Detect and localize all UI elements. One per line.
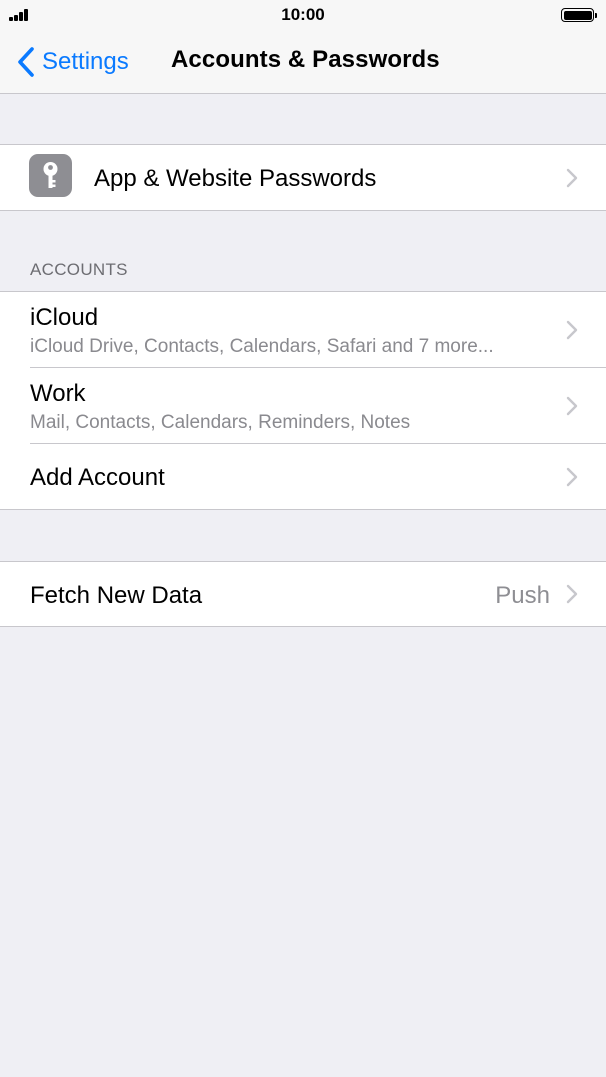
back-button-label: Settings <box>42 48 129 75</box>
chevron-left-icon <box>18 47 34 77</box>
add-account-label: Add Account <box>30 464 165 491</box>
accounts-group: iCloud iCloud Drive, Contacts, Calendars… <box>0 291 606 510</box>
page-title: Accounts & Passwords <box>171 46 440 73</box>
back-button[interactable]: Settings <box>16 42 129 82</box>
account-title: Work <box>30 380 86 407</box>
chevron-right-icon <box>566 584 578 604</box>
account-row-icloud[interactable]: iCloud iCloud Drive, Contacts, Calendars… <box>0 292 606 368</box>
accounts-section-header: ACCOUNTS <box>30 260 128 279</box>
key-glyph-icon <box>43 162 58 188</box>
status-bar: 10:00 <box>0 0 606 30</box>
app-website-passwords-label: App & Website Passwords <box>94 165 377 192</box>
passwords-group: App & Website Passwords <box>0 144 606 211</box>
account-subtitle: Mail, Contacts, Calendars, Reminders, No… <box>30 412 411 433</box>
status-time: 10:00 <box>281 5 325 24</box>
navigation-bar: Settings Accounts & Passwords <box>0 30 606 94</box>
chevron-right-icon <box>566 168 578 188</box>
fetch-new-data-label: Fetch New Data <box>30 582 203 609</box>
chevron-right-icon <box>566 467 578 487</box>
battery-icon <box>561 8 597 22</box>
fetch-new-data-row[interactable]: Fetch New Data Push <box>0 562 606 626</box>
chevron-right-icon <box>566 396 578 416</box>
account-row-work[interactable]: Work Mail, Contacts, Calendars, Reminder… <box>0 368 606 444</box>
add-account-row[interactable]: Add Account <box>0 444 606 509</box>
key-icon <box>29 154 72 197</box>
fetch-new-data-value: Push <box>495 582 550 609</box>
app-website-passwords-row[interactable]: App & Website Passwords <box>0 145 606 210</box>
chevron-right-icon <box>566 320 578 340</box>
account-title: iCloud <box>30 304 99 331</box>
fetch-group: Fetch New Data Push <box>0 561 606 627</box>
account-subtitle: iCloud Drive, Contacts, Calendars, Safar… <box>30 336 494 357</box>
